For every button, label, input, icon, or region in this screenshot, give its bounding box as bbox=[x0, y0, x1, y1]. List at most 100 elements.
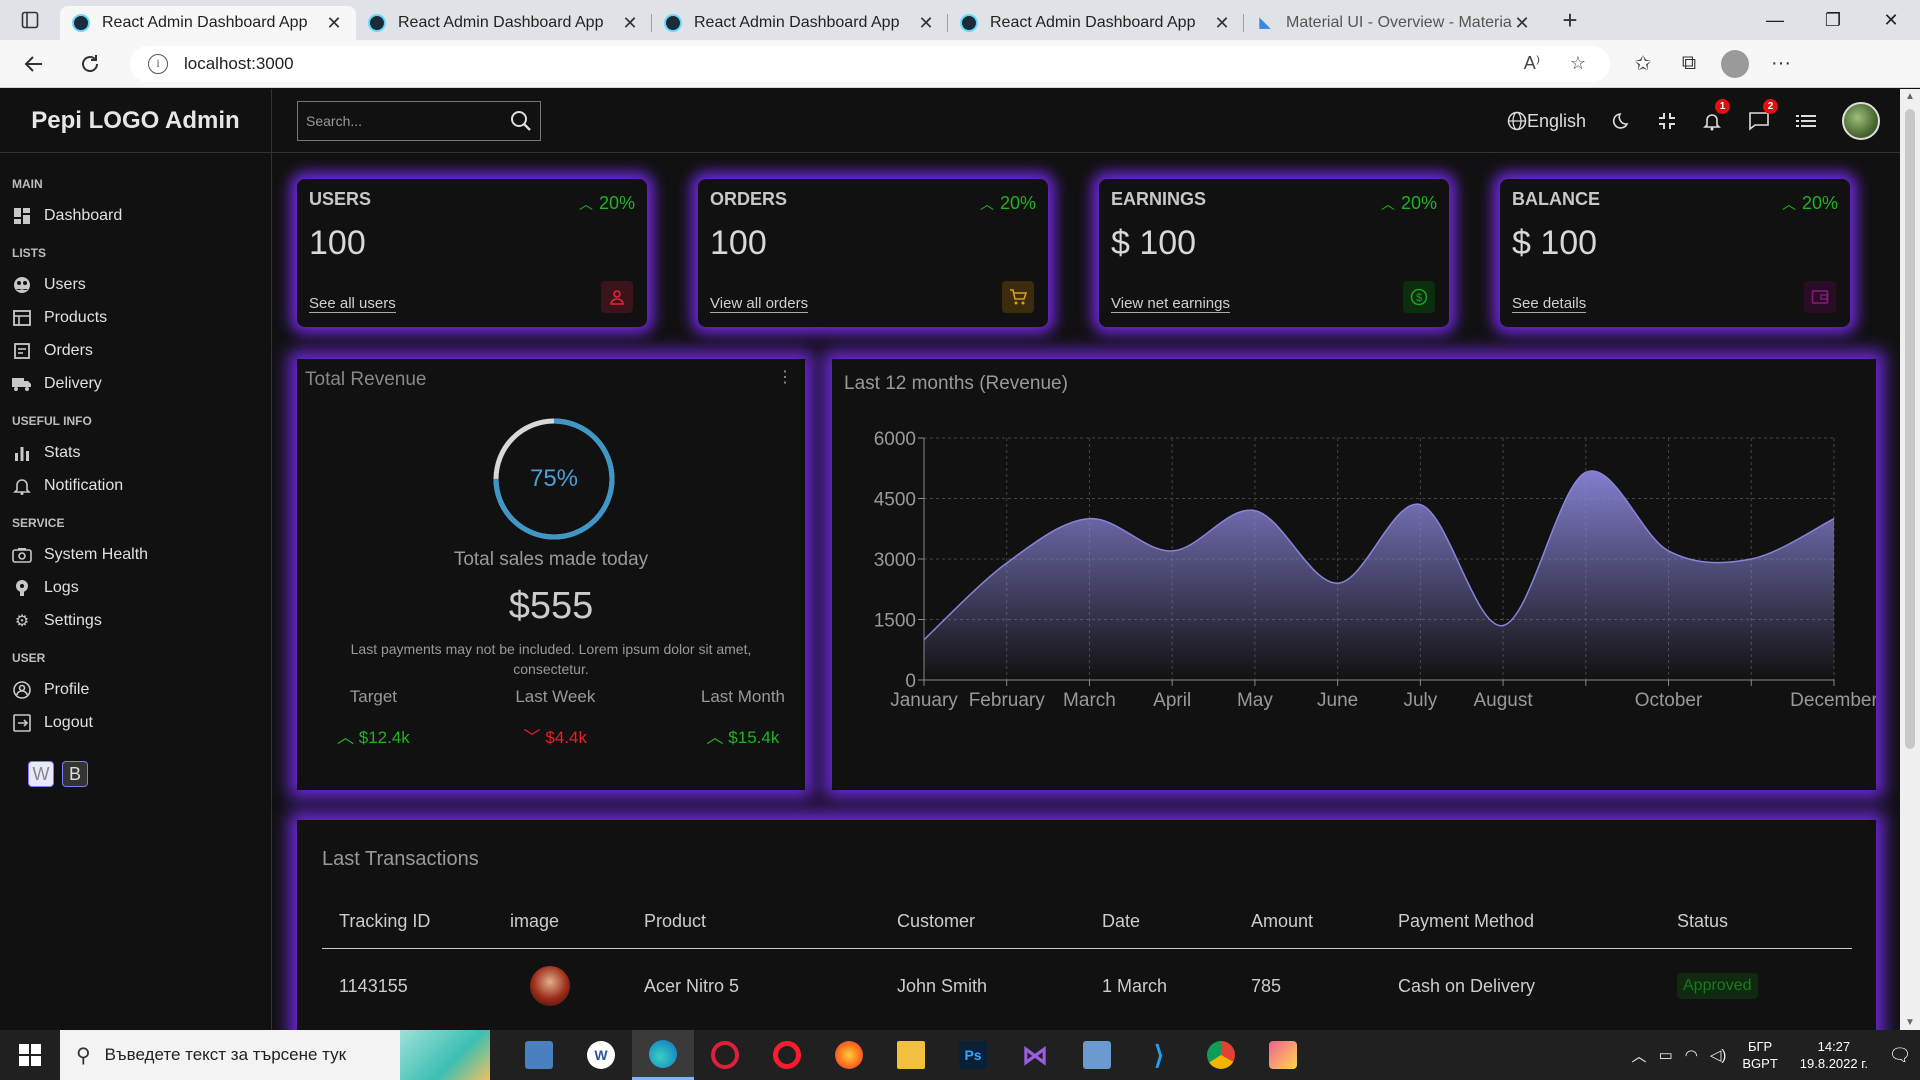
url-field[interactable]: i localhost:3000 A⁾ ☆ bbox=[130, 45, 1610, 82]
widget-link[interactable]: See all users bbox=[309, 295, 396, 313]
back-button[interactable] bbox=[12, 46, 56, 82]
taskbar-app-control-panel[interactable] bbox=[1066, 1030, 1128, 1080]
search-icon[interactable] bbox=[510, 110, 532, 132]
scroll-down-icon[interactable]: ▼ bbox=[1900, 1017, 1920, 1028]
taskbar-app-visual-studio[interactable]: ⋈ bbox=[1004, 1030, 1066, 1080]
taskbar-app-chrome[interactable] bbox=[1190, 1030, 1252, 1080]
cart-icon[interactable] bbox=[1002, 281, 1034, 313]
favorites-icon[interactable]: ✩ bbox=[1620, 51, 1666, 76]
more-vert-icon[interactable]: ⋮ bbox=[777, 367, 793, 387]
tab-close-icon[interactable]: ✕ bbox=[620, 13, 640, 34]
new-tab-button[interactable]: + bbox=[1550, 5, 1590, 36]
battery-icon[interactable]: ▭ bbox=[1659, 1046, 1673, 1064]
light-theme-option[interactable]: W bbox=[28, 761, 54, 787]
wifi-icon[interactable]: ◠ bbox=[1685, 1046, 1698, 1064]
fullscreen-toggle[interactable] bbox=[1658, 112, 1676, 130]
browser-tab[interactable]: React Admin Dashboard App ✕ bbox=[948, 6, 1244, 40]
sidebar-item-delivery[interactable]: Delivery bbox=[12, 367, 271, 400]
column-header[interactable]: Tracking ID bbox=[339, 894, 430, 948]
widget-link[interactable]: View net earnings bbox=[1111, 295, 1230, 313]
tab-actions-button[interactable] bbox=[0, 0, 60, 40]
moon-icon bbox=[1612, 113, 1629, 129]
dark-theme-option[interactable]: B bbox=[62, 761, 88, 787]
column-header[interactable]: Customer bbox=[897, 894, 975, 948]
person-icon[interactable] bbox=[601, 281, 633, 313]
input-language[interactable]: БГР BGPT bbox=[1742, 1038, 1777, 1072]
column-header[interactable]: image bbox=[510, 894, 559, 948]
taskbar-app-photoshop[interactable]: Ps bbox=[942, 1030, 1004, 1080]
logout-icon bbox=[12, 713, 32, 733]
taskbar-app-explorer-tool[interactable] bbox=[508, 1030, 570, 1080]
dark-mode-toggle[interactable] bbox=[1612, 111, 1632, 131]
sidebar-item-stats[interactable]: Stats bbox=[12, 436, 271, 469]
taskbar-app-file-explorer[interactable] bbox=[880, 1030, 942, 1080]
tab-close-icon[interactable]: ✕ bbox=[916, 13, 936, 34]
dollar-icon[interactable]: $ bbox=[1403, 281, 1435, 313]
search-input[interactable] bbox=[306, 112, 510, 129]
taskbar-app-firefox[interactable] bbox=[818, 1030, 880, 1080]
messages-button[interactable]: 2 bbox=[1748, 99, 1778, 131]
tab-close-icon[interactable]: ✕ bbox=[324, 13, 344, 34]
sidebar-item-system-health[interactable]: System Health bbox=[12, 538, 271, 571]
chevron-up-icon[interactable]: ︿ bbox=[1632, 1045, 1647, 1066]
column-header[interactable]: Amount bbox=[1251, 894, 1313, 948]
column-header[interactable]: Date bbox=[1102, 894, 1140, 948]
list-menu-button[interactable] bbox=[1796, 113, 1816, 129]
read-aloud-icon[interactable]: A⁾ bbox=[1518, 53, 1546, 74]
language-selector[interactable]: English bbox=[1507, 111, 1586, 132]
sidebar-item-users[interactable]: Users bbox=[12, 268, 271, 301]
sidebar-item-logs[interactable]: Logs bbox=[12, 571, 271, 604]
user-avatar[interactable] bbox=[1842, 102, 1880, 140]
browser-profile-avatar[interactable] bbox=[1721, 49, 1749, 78]
maximize-button[interactable]: ❐ bbox=[1804, 0, 1862, 40]
sidebar-item-products[interactable]: Products bbox=[12, 301, 271, 334]
browser-tab[interactable]: React Admin Dashboard App ✕ bbox=[60, 6, 356, 40]
scroll-thumb[interactable] bbox=[1905, 109, 1915, 749]
collections-icon[interactable]: ⧉ bbox=[1666, 52, 1712, 75]
date-cell: 1 March bbox=[1102, 975, 1168, 996]
sidebar-item-notification[interactable]: Notification bbox=[12, 469, 271, 502]
taskbar-app-opera-gx[interactable] bbox=[694, 1030, 756, 1080]
chat-icon bbox=[1749, 112, 1769, 131]
column-header[interactable]: Product bbox=[644, 894, 706, 948]
logo[interactable]: Pepi LOGO Admin bbox=[31, 107, 239, 135]
taskbar-app-opera[interactable] bbox=[756, 1030, 818, 1080]
sidebar-item-dashboard[interactable]: Dashboard bbox=[12, 199, 271, 232]
taskbar-search[interactable]: ⚲ Въведете текст за търсене тук bbox=[60, 1030, 490, 1080]
sidebar-item-settings[interactable]: ⚙ Settings bbox=[12, 604, 271, 637]
taskbar-app-edge[interactable] bbox=[632, 1030, 694, 1080]
volume-icon[interactable]: ◁) bbox=[1710, 1046, 1727, 1064]
refresh-button[interactable] bbox=[68, 46, 112, 82]
tab-close-icon[interactable]: ✕ bbox=[1212, 13, 1232, 34]
taskbar-app-vscode[interactable]: ⟩ bbox=[1128, 1030, 1190, 1080]
add-favorite-icon[interactable]: ☆ bbox=[1564, 53, 1592, 74]
column-header[interactable]: Payment Method bbox=[1398, 894, 1534, 948]
opera-gx-icon bbox=[711, 1041, 739, 1069]
notification-center-icon[interactable]: 🗨 bbox=[1880, 1045, 1920, 1066]
browser-tab[interactable]: React Admin Dashboard App ✕ bbox=[356, 6, 652, 40]
search-icon: ⚲ bbox=[76, 1044, 91, 1067]
more-options-icon[interactable]: ··· bbox=[1758, 52, 1804, 75]
browser-tab[interactable]: React Admin Dashboard App ✕ bbox=[652, 6, 948, 40]
widget-link[interactable]: See details bbox=[1512, 295, 1587, 313]
taskbar-app-word[interactable]: W bbox=[570, 1030, 632, 1080]
sidebar-item-profile[interactable]: Profile bbox=[12, 673, 271, 706]
sidebar-item-orders[interactable]: Orders bbox=[12, 334, 271, 367]
table-row[interactable]: 1143155 Acer Nitro 5 John Smith 1 March … bbox=[322, 950, 1852, 1022]
browser-tab[interactable]: ◣ Material UI - Overview - Materia ✕ bbox=[1244, 6, 1544, 40]
sidebar-item-logout[interactable]: Logout bbox=[12, 706, 271, 739]
clock[interactable]: 14:27 19.8.2022 г. bbox=[1800, 1038, 1868, 1072]
scroll-up-icon[interactable]: ▲ bbox=[1900, 91, 1920, 102]
tab-close-icon[interactable]: ✕ bbox=[1512, 13, 1532, 34]
column-header[interactable]: Status bbox=[1677, 894, 1728, 948]
taskbar-app-paint[interactable] bbox=[1252, 1030, 1314, 1080]
page-scrollbar[interactable]: ▲ ▼ bbox=[1900, 89, 1920, 1030]
wallet-icon[interactable] bbox=[1804, 281, 1836, 313]
widget-link[interactable]: View all orders bbox=[710, 295, 809, 313]
svg-text:$: $ bbox=[1416, 292, 1422, 304]
close-window-button[interactable]: ✕ bbox=[1862, 0, 1920, 40]
start-button[interactable] bbox=[0, 1030, 60, 1080]
site-info-icon[interactable]: i bbox=[148, 53, 168, 74]
minimize-button[interactable]: — bbox=[1746, 0, 1804, 40]
notifications-button[interactable]: 1 bbox=[1702, 99, 1730, 131]
